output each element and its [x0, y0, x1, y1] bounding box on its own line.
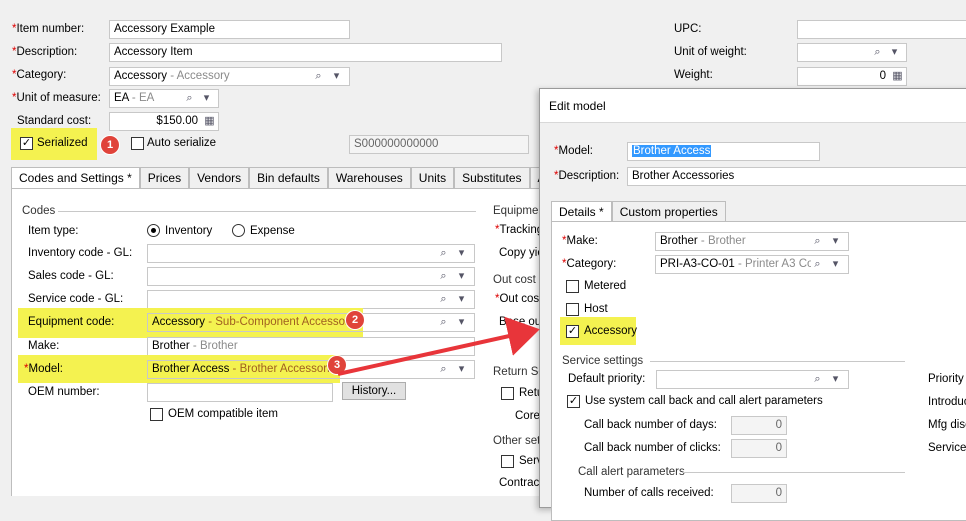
arrow-line — [337, 316, 540, 376]
annotation-arrow — [337, 316, 540, 376]
